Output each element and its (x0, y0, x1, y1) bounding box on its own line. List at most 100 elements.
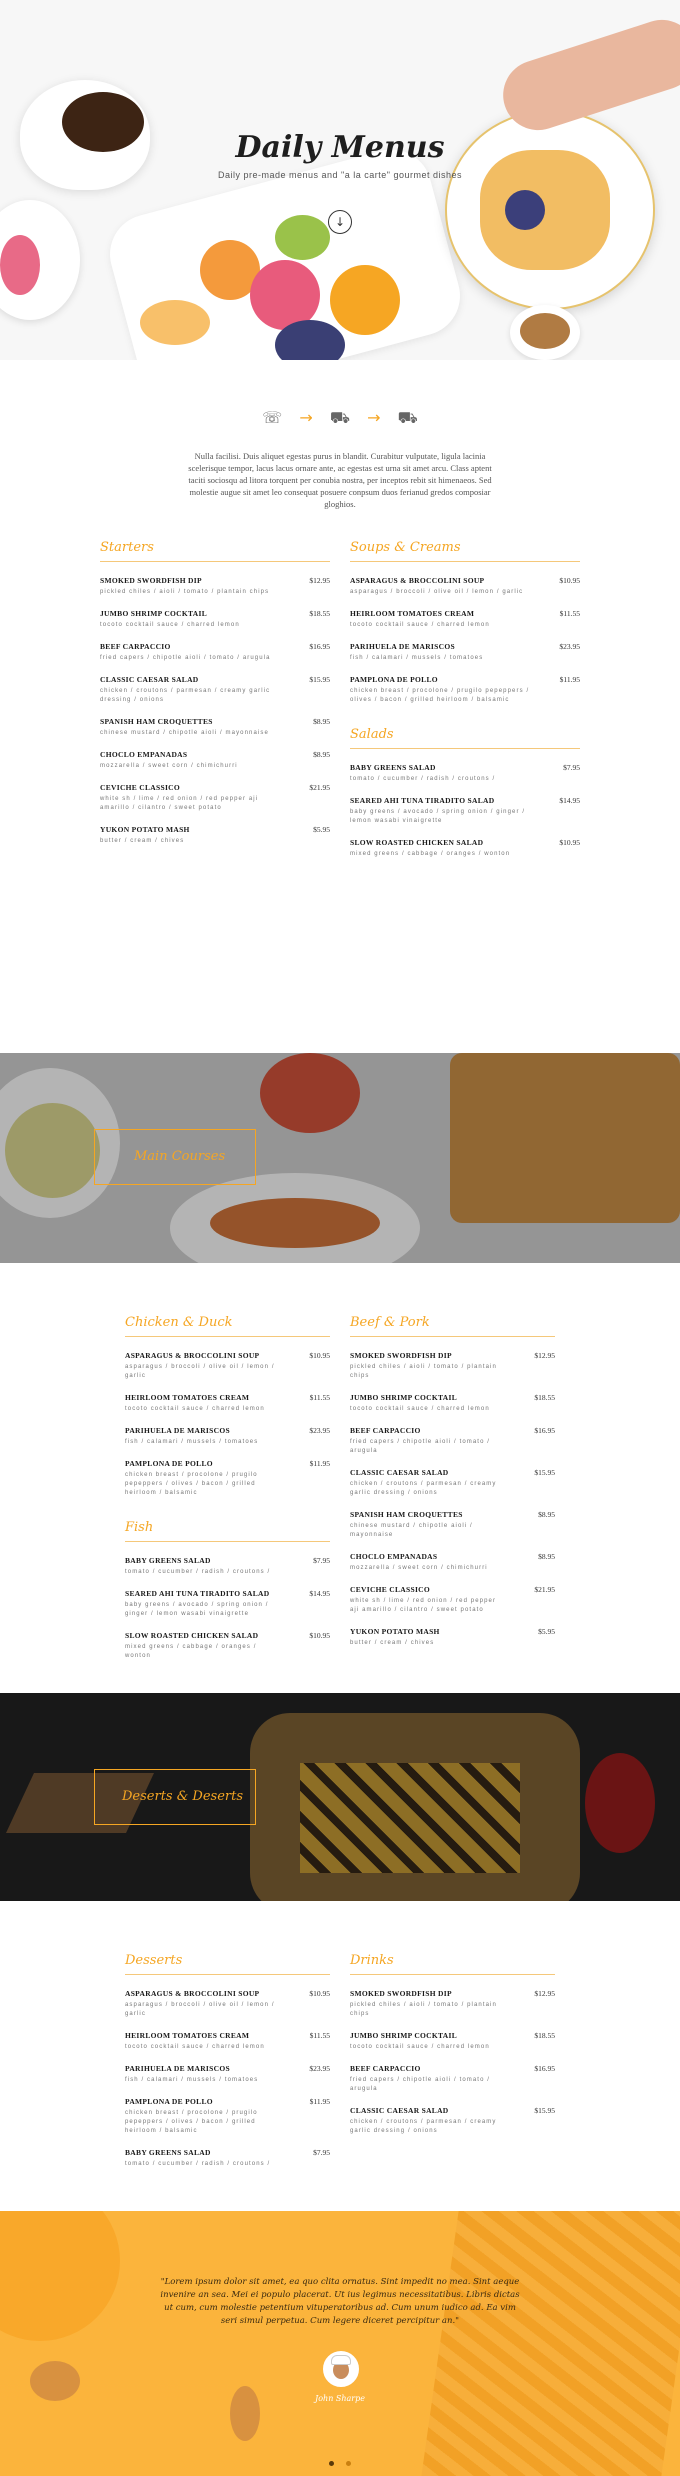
arrow-right-icon: → (367, 408, 381, 427)
menu-item-description: tocoto cocktail sauce / charred lemon (125, 2044, 265, 2050)
menu-item: PAMPLONA DE POLLO $11.95 chicken breast / … (125, 2097, 330, 2136)
menu-item-name: SMOKED SWORDFISH DIP (350, 1351, 452, 1360)
menu-item-price: $10.95 (309, 1351, 330, 1360)
menu-item: ASPARAGUS & BROCCOLINI SOUP $10.95 asparag… (350, 576, 580, 597)
hero-section: Daily Menus Daily pre-made menus and "a … (0, 0, 680, 360)
menu-item-price: $11.95 (559, 675, 580, 684)
fruit-image (140, 300, 210, 345)
menu-item-price: $10.95 (309, 1989, 330, 1998)
menu-item-price: $14.95 (309, 1589, 330, 1598)
tea-image (520, 313, 570, 349)
menu-item-price: $15.95 (534, 1468, 555, 1477)
menu-item-name: PAMPLONA DE POLLO (350, 675, 438, 684)
intro-section: ☏ → ⛟ → ⛟ Nulla facilisi. Duis aliquet e… (0, 360, 680, 520)
menu-column-left: Chicken & Duck ASPARAGUS & BROCCOLINI SOU… (125, 1315, 330, 1673)
menu-item: PARIHUELA DE MARISCOS $23.95 fish / calama… (125, 2064, 330, 2085)
menu-item-name: PAMPLONA DE POLLO (125, 2097, 213, 2106)
menu-item-description: asparagus / broccoli / olive oil / lemon… (125, 1364, 275, 1379)
menu-item-price: $5.95 (538, 1627, 555, 1636)
menu-item-description: butter / cream / chives (100, 838, 185, 844)
menu-item: CLASSIC CAESAR SALAD $15.95 chicken / crou… (350, 2106, 555, 2136)
menu-item: JUMBO SHRIMP COCKTAIL $18.55 tocoto cockta… (100, 609, 330, 630)
carousel-dot[interactable] (345, 2461, 351, 2466)
testimonial-quote: "Lorem ipsum dolor sit amet, ea quo clit… (160, 2277, 520, 2326)
menu-item-name: YUKON POTATO MASH (100, 825, 190, 834)
carousel-dot[interactable] (329, 2461, 335, 2466)
banner-title: Main Courses (134, 1149, 226, 1164)
marzipan-box-image (421, 2211, 680, 2476)
menu-item-name: JUMBO SHRIMP COCKTAIL (100, 609, 208, 618)
menu-item: SMOKED SWORDFISH DIP $12.95 pickled chiles… (350, 1351, 555, 1381)
testimonial-section: "Lorem ipsum dolor sit amet, ea quo clit… (0, 2211, 680, 2476)
menu-item-name: SMOKED SWORDFISH DIP (100, 576, 202, 585)
menu-item: ASPARAGUS & BROCCOLINI SOUP $10.95 asparag… (125, 1351, 330, 1381)
menu-item: CLASSIC CAESAR SALAD $15.95 chicken / crou… (100, 675, 330, 705)
menu-item-description: tomato / cucumber / radish / croutons / (125, 1569, 271, 1575)
category-spacer (350, 717, 580, 727)
menu-item-price: $8.95 (538, 1552, 555, 1561)
menu-item: HEIRLOOM TOMATOES CREAM $11.55 tocoto cock… (125, 1393, 330, 1414)
menu-item-price: $23.95 (309, 2064, 330, 2073)
menu-item: CEVICHE CLASSICO $21.95 white sh / lime / … (350, 1585, 555, 1615)
category-title: Beef & Pork (350, 1315, 555, 1337)
arrow-down-circle-icon[interactable]: ↓ (328, 210, 352, 234)
menu-item: HEIRLOOM TOMATOES CREAM $11.55 tocoto cock… (350, 609, 580, 630)
menu-item-description: baby greens / avocado / spring onion / g… (350, 809, 526, 824)
menu-item: JUMBO SHRIMP COCKTAIL $18.55 tocoto cockta… (350, 1393, 555, 1414)
menu-item-description: pickled chiles / aioli / tomato / planta… (350, 2002, 497, 2017)
menu-item-description: chicken breast / procolone / prugilo pep… (350, 688, 530, 703)
menu-item-price: $23.95 (309, 1426, 330, 1435)
menu-item-name: BABY GREENS SALAD (125, 1556, 211, 1565)
fruit-image (275, 215, 330, 260)
menu-item-description: chicken / croutons / parmesan / creamy g… (100, 688, 271, 703)
menu-item: BABY GREENS SALAD $7.95 tomato / cucumber … (125, 1556, 330, 1577)
menu-item: YUKON POTATO MASH $5.95 butter / cream / c… (350, 1627, 555, 1648)
menu-item-description: baby greens / avocado / spring onion / g… (125, 1602, 269, 1617)
menu-item-name: JUMBO SHRIMP COCKTAIL (350, 2031, 458, 2040)
menu-item-name: HEIRLOOM TOMATOES CREAM (350, 609, 475, 618)
carousel-dots (0, 2451, 680, 2470)
menu-section-desserts: Desserts ASPARAGUS & BROCCOLINI SOUP $10.9… (0, 1901, 680, 2211)
blueberry-image (505, 190, 545, 230)
menu-item-price: $11.95 (309, 1459, 330, 1468)
menu-item-price: $18.55 (534, 1393, 555, 1402)
menu-item-description: mozzarella / sweet corn / chimichurri (100, 763, 238, 769)
menu-item-price: $11.55 (309, 2031, 330, 2040)
menu-item-description: fried capers / chipotle aioli / tomato /… (350, 1439, 491, 1454)
menu-item-name: CLASSIC CAESAR SALAD (350, 2106, 449, 2115)
menu-item-price: $15.95 (309, 675, 330, 684)
category-spacer (125, 1510, 330, 1520)
menu-item-price: $10.95 (559, 838, 580, 847)
menu-item: SEARED AHI TUNA TIRADITO SALAD $14.95 baby… (125, 1589, 330, 1619)
category-title: Soups & Creams (350, 540, 580, 562)
crepe-image (480, 150, 610, 270)
menu-item-price: $23.95 (559, 642, 580, 651)
main-courses-banner: Main Courses (0, 1053, 680, 1263)
menu-item-name: CHOCLO EMPANADAS (100, 750, 188, 759)
menu-item: ASPARAGUS & BROCCOLINI SOUP $10.95 asparag… (125, 1989, 330, 2019)
menu-item-description: tocoto cocktail sauce / charred lemon (350, 2044, 490, 2050)
menu-item-price: $21.95 (309, 783, 330, 792)
menu-item-name: BEEF CARPACCIO (350, 2064, 421, 2073)
menu-item: JUMBO SHRIMP COCKTAIL $18.55 tocoto cockta… (350, 2031, 555, 2052)
menu-item: CHOCLO EMPANADAS $8.95 mozzarella / sweet … (350, 1552, 555, 1573)
menu-item-description: fried capers / chipotle aioli / tomato /… (100, 655, 271, 661)
menu-item-name: ASPARAGUS & BROCCOLINI SOUP (125, 1351, 260, 1360)
menu-item-name: PARIHUELA DE MARISCOS (350, 642, 455, 651)
menu-item: SLOW ROASTED CHICKEN SALAD $10.95 mixed gr… (125, 1631, 330, 1661)
menu-item-price: $12.95 (534, 1989, 555, 1998)
fruit-image (330, 265, 400, 335)
menu-item-price: $11.95 (309, 2097, 330, 2106)
menu-item: CLASSIC CAESAR SALAD $15.95 chicken / crou… (350, 1468, 555, 1498)
menu-item-description: tocoto cocktail sauce / charred lemon (100, 622, 240, 628)
dragon-fruit-image (0, 235, 40, 295)
menu-item-description: chicken breast / procolone / prugilo pep… (125, 2110, 258, 2134)
menu-item-description: tocoto cocktail sauce / charred lemon (350, 1406, 490, 1412)
menu-item-name: PARIHUELA DE MARISCOS (125, 1426, 230, 1435)
menu-item-price: $16.95 (309, 642, 330, 651)
menu-item-name: CEVICHE CLASSICO (100, 783, 181, 792)
menu-item: SPANISH HAM CROQUETTES $8.95 chinese musta… (100, 717, 330, 738)
menu-item: CEVICHE CLASSICO $21.95 white sh / lime / … (100, 783, 330, 813)
menu-item-price: $21.95 (534, 1585, 555, 1594)
menu-item-price: $5.95 (313, 825, 330, 834)
